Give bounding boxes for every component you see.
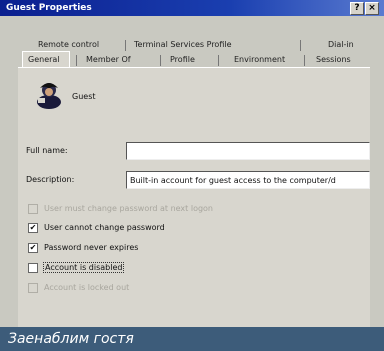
checkbox-password-never-expires[interactable]: ✔ Password never expires	[28, 242, 138, 254]
description-field[interactable]: Built-in account for guest access to the…	[126, 171, 370, 189]
checkbox-box[interactable]	[28, 262, 38, 273]
checkmark-icon[interactable]: ✔	[28, 242, 38, 253]
user-name: Guest	[72, 92, 96, 101]
help-button[interactable]: ?	[350, 2, 364, 15]
tab-divider	[304, 55, 305, 66]
description-label: Description:	[26, 175, 75, 184]
tab-sessions[interactable]: Sessions	[316, 53, 351, 67]
checkbox-box[interactable]	[28, 203, 38, 214]
tab-dial-in[interactable]: Dial-in	[328, 38, 354, 52]
checkbox-must-change-password[interactable]: User must change password at next logon	[28, 203, 213, 215]
checkbox-label: Account is locked out	[44, 283, 130, 292]
tab-environment[interactable]: Environment	[234, 53, 285, 67]
tab-profile[interactable]: Profile	[170, 53, 195, 67]
checkbox-label: Password never expires	[44, 243, 139, 252]
checkbox-label: Account is disabled	[42, 262, 125, 273]
tab-divider	[218, 55, 219, 66]
tab-general[interactable]: General	[28, 53, 60, 67]
tab-divider	[125, 40, 126, 51]
title-bar: Guest Properties ? ×	[0, 0, 384, 16]
user-icon	[37, 83, 61, 109]
image-caption: Заенаблим гостя	[0, 327, 384, 351]
checkbox-label: User must change password at next logon	[44, 204, 214, 213]
window-title: Guest Properties	[6, 3, 92, 13]
checkbox-account-locked-out[interactable]: Account is locked out	[28, 282, 129, 294]
tab-divider	[160, 55, 161, 66]
tab-divider	[300, 40, 301, 51]
tab-divider	[76, 55, 77, 66]
full-name-field[interactable]	[126, 142, 370, 160]
close-button[interactable]: ×	[365, 2, 379, 15]
checkbox-account-disabled[interactable]: Account is disabled	[28, 262, 125, 274]
tab-terminal-services-profile[interactable]: Terminal Services Profile	[134, 38, 232, 52]
full-name-label: Full name:	[26, 146, 68, 155]
checkbox-label: User cannot change password	[44, 223, 165, 232]
checkbox-box[interactable]	[28, 282, 38, 293]
checkmark-icon[interactable]: ✔	[28, 222, 38, 233]
tab-remote-control[interactable]: Remote control	[38, 38, 99, 52]
tab-member-of[interactable]: Member Of	[86, 53, 131, 67]
checkbox-cannot-change-password[interactable]: ✔ User cannot change password	[28, 222, 165, 234]
